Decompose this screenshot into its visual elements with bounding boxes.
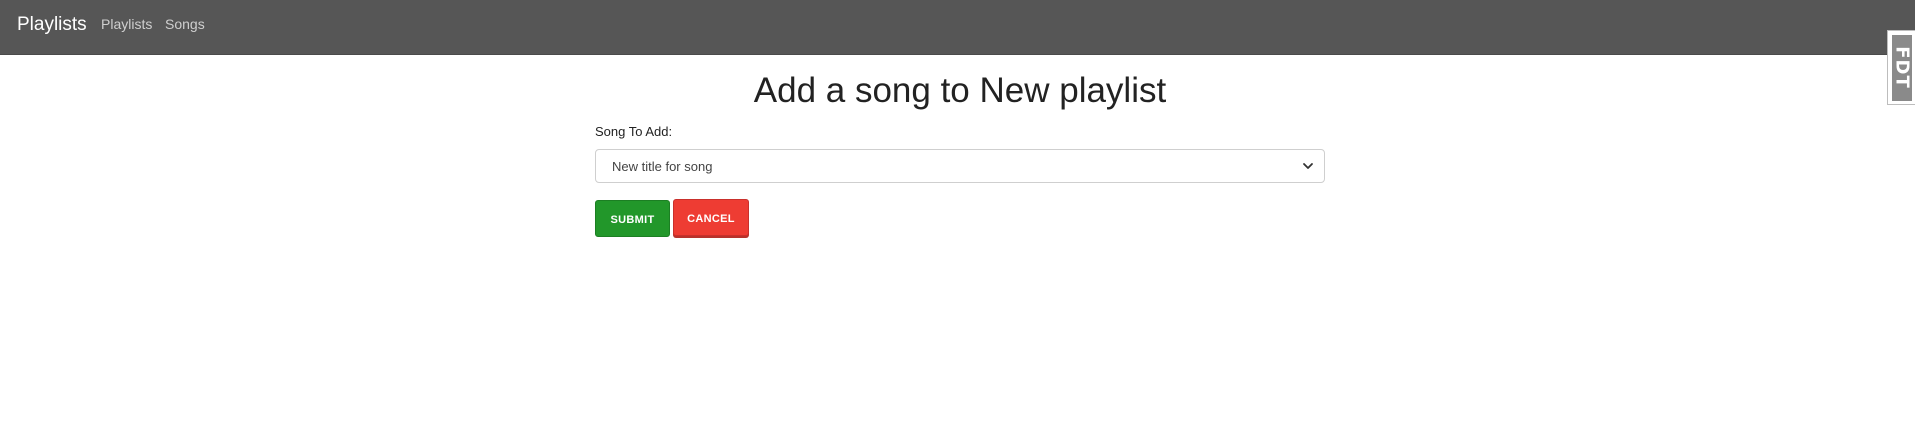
nav-link-songs[interactable]: Songs bbox=[165, 16, 205, 32]
add-song-form: Add a song to New playlist Song To Add: … bbox=[595, 70, 1325, 237]
side-toolbar-tab[interactable]: FDT bbox=[1887, 30, 1915, 105]
navbar-brand[interactable]: Playlists bbox=[17, 14, 87, 36]
song-select-label: Song To Add: bbox=[595, 124, 673, 139]
song-select[interactable]: New title for song bbox=[595, 149, 1325, 183]
page-title: Add a song to New playlist bbox=[753, 71, 1167, 110]
side-tab-label: FDT bbox=[1891, 46, 1913, 89]
cancel-button[interactable]: CANCEL bbox=[673, 199, 749, 236]
nav-link-playlists[interactable]: Playlists bbox=[101, 16, 152, 32]
side-tab-body: FDT bbox=[1891, 35, 1913, 101]
form-actions: SUBMIT CANCEL bbox=[595, 199, 1325, 237]
top-navbar: Playlists Playlists Songs bbox=[0, 0, 1915, 55]
chevron-down-icon bbox=[1303, 163, 1313, 169]
song-select-value: New title for song bbox=[612, 159, 713, 174]
submit-button[interactable]: SUBMIT bbox=[595, 200, 670, 237]
